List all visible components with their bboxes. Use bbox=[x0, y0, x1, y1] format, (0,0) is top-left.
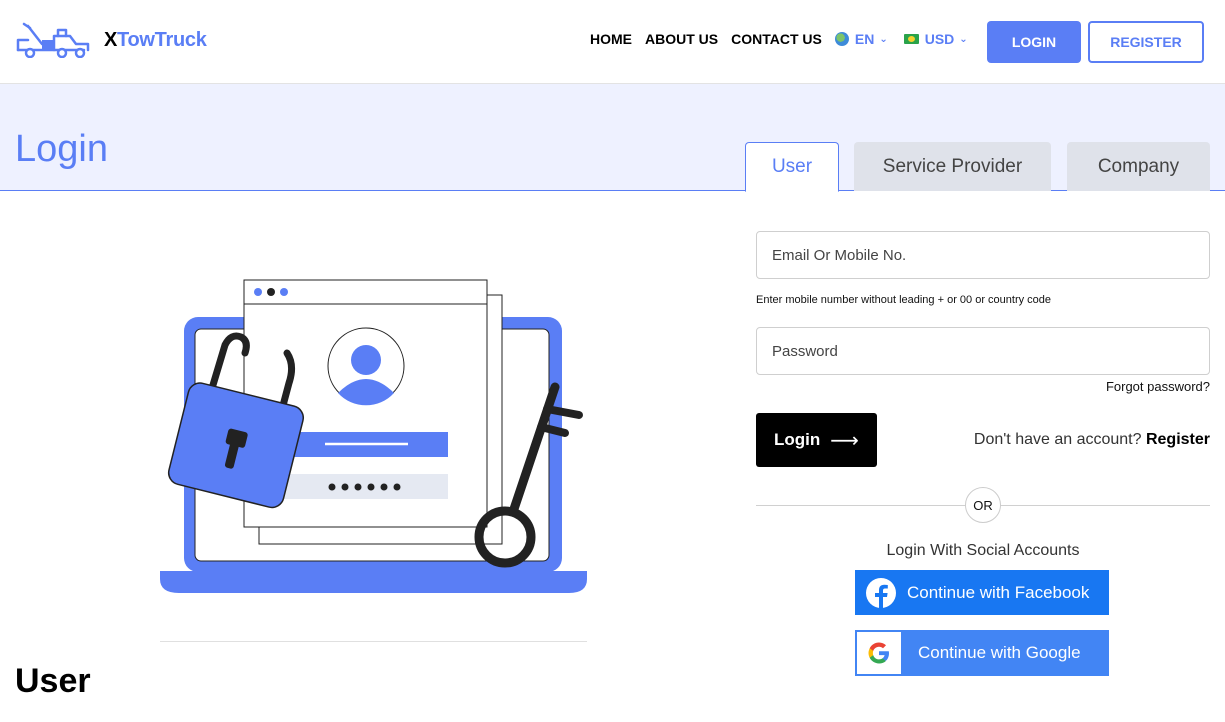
nav-home[interactable]: HOME bbox=[590, 31, 632, 47]
currency-select[interactable]: USD ⌄ bbox=[903, 31, 968, 47]
brand-name: XTowTruck bbox=[104, 28, 207, 51]
section-title: User bbox=[15, 662, 91, 700]
tow-truck-icon bbox=[16, 22, 90, 58]
logo[interactable]: XTowTruck bbox=[14, 22, 207, 58]
forgot-password-link[interactable]: Forgot password? bbox=[1106, 379, 1210, 394]
mobile-hint: Enter mobile number without leading + or… bbox=[756, 294, 1052, 306]
nav-contact[interactable]: CONTACT US bbox=[731, 31, 822, 47]
facebook-login-button[interactable]: Continue with Facebook bbox=[855, 570, 1109, 615]
or-badge: OR bbox=[965, 487, 1001, 523]
language-select[interactable]: EN ⌄ bbox=[834, 31, 888, 47]
tab-service-provider[interactable]: Service Provider bbox=[854, 142, 1051, 191]
chevron-down-icon: ⌄ bbox=[879, 33, 888, 45]
main-nav: HOME ABOUT US CONTACT US EN ⌄ USD ⌄ bbox=[590, 31, 984, 47]
google-login-label: Continue with Google bbox=[918, 643, 1081, 662]
site-header: XTowTruck HOME ABOUT US CONTACT US EN ⌄ … bbox=[0, 0, 1225, 84]
email-field[interactable] bbox=[756, 231, 1210, 279]
google-login-button[interactable]: Continue with Google bbox=[855, 630, 1109, 676]
currency-value: USD bbox=[924, 31, 955, 47]
header-login-button[interactable]: LOGIN bbox=[987, 21, 1081, 63]
tab-company[interactable]: Company bbox=[1067, 142, 1210, 191]
login-banner: Login User Service Provider Company bbox=[0, 84, 1225, 192]
google-icon bbox=[857, 632, 901, 674]
nav-about[interactable]: ABOUT US bbox=[645, 31, 718, 47]
illustration-divider bbox=[160, 641, 587, 642]
chevron-down-icon: ⌄ bbox=[959, 33, 968, 45]
header-register-button[interactable]: REGISTER bbox=[1088, 21, 1204, 63]
login-submit-button[interactable]: Login ⟶ bbox=[756, 413, 877, 467]
facebook-login-label: Continue with Facebook bbox=[907, 582, 1090, 602]
login-submit-label: Login bbox=[774, 430, 821, 449]
login-illustration bbox=[160, 279, 587, 593]
no-account-label: Don't have an account? bbox=[973, 431, 1142, 448]
no-account-text: Don't have an account? Register bbox=[974, 431, 1210, 449]
social-login-title: Login With Social Accounts bbox=[886, 542, 1080, 559]
globe-icon bbox=[834, 32, 849, 46]
flag-icon bbox=[903, 34, 919, 44]
register-link[interactable]: Register bbox=[1146, 431, 1210, 448]
page-title: Login bbox=[15, 128, 108, 170]
tab-user[interactable]: User bbox=[745, 142, 839, 192]
password-field[interactable] bbox=[756, 327, 1210, 375]
arrow-right-icon: ⟶ bbox=[830, 429, 859, 452]
language-value: EN bbox=[854, 31, 875, 47]
facebook-icon bbox=[866, 577, 896, 608]
